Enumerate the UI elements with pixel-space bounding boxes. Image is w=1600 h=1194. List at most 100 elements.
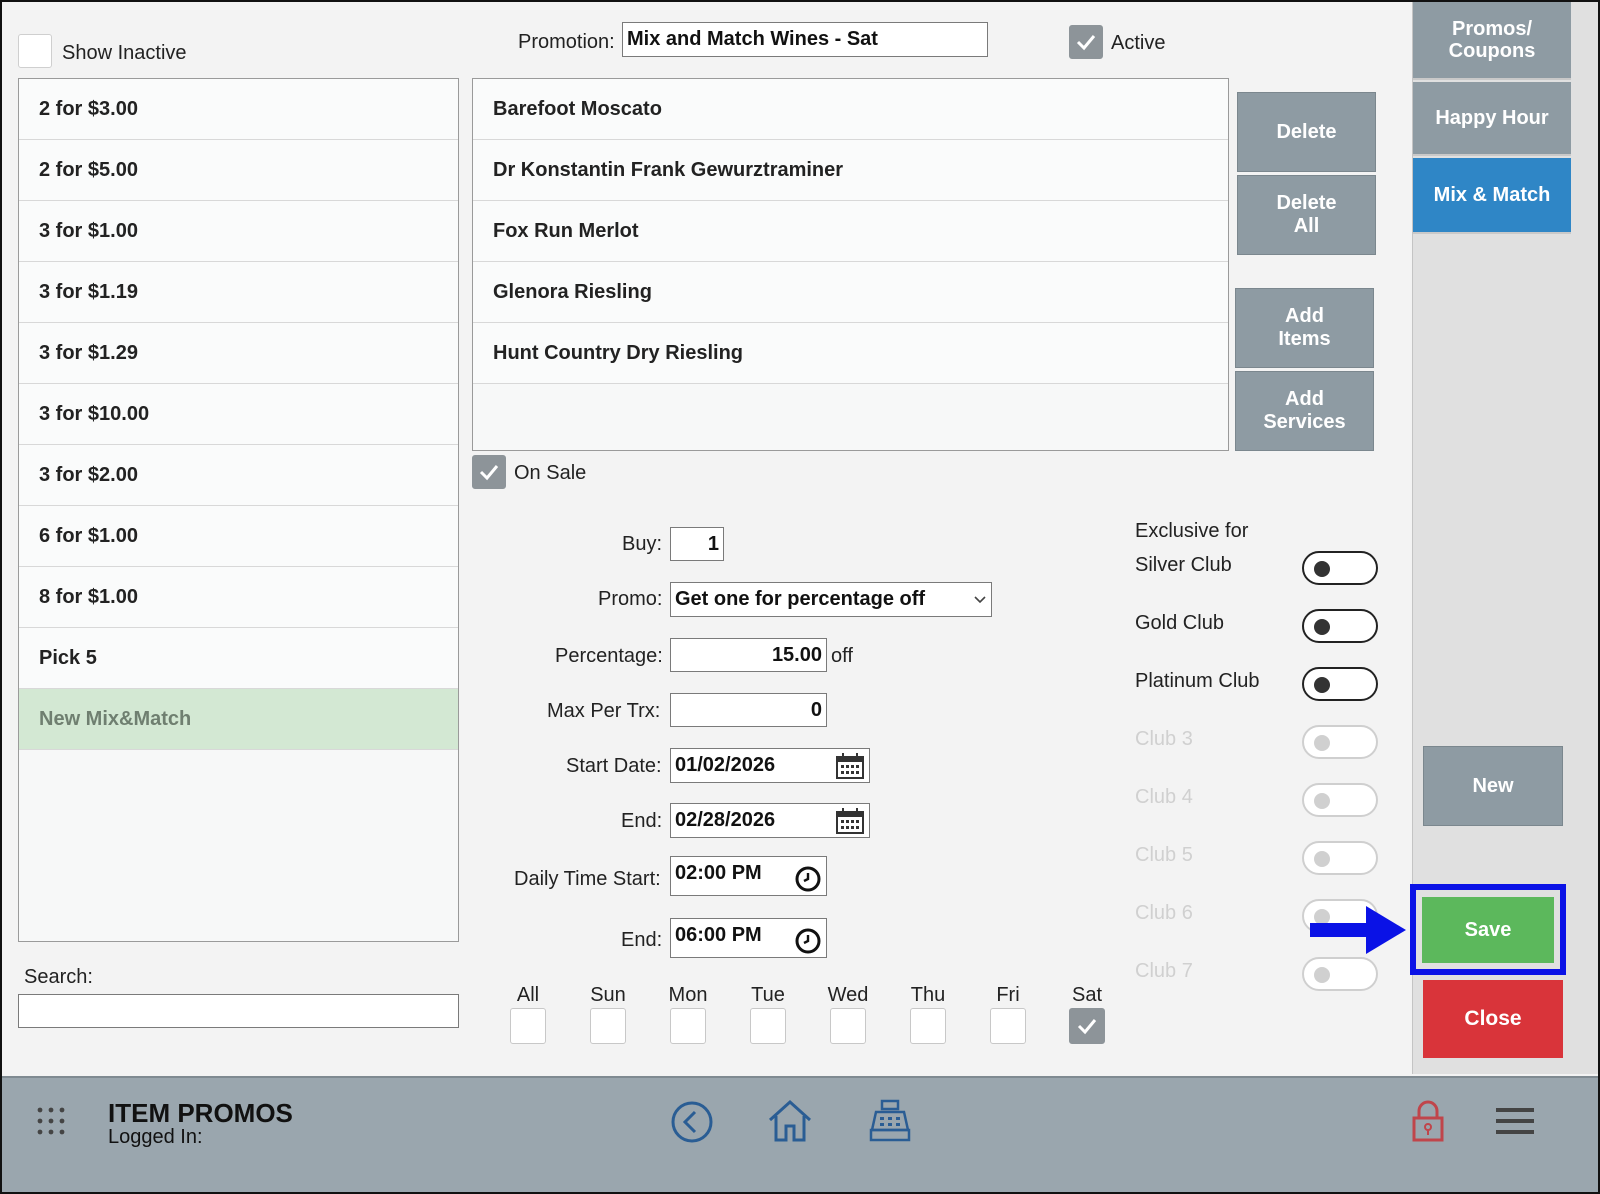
- club-label: Silver Club: [1135, 554, 1232, 576]
- promo-list-item[interactable]: New Mix&Match: [19, 689, 458, 750]
- toggle-knob: [1314, 851, 1330, 867]
- lock-icon[interactable]: [1410, 1100, 1446, 1144]
- promo-list-item[interactable]: 3 for $1.19: [19, 262, 458, 323]
- day-checkbox-all[interactable]: [510, 1008, 546, 1044]
- promo-list-item[interactable]: 6 for $1.00: [19, 506, 458, 567]
- daily-time-end-label: End:: [621, 929, 663, 951]
- promo-list-item[interactable]: 3 for $2.00: [19, 445, 458, 506]
- menu-icon[interactable]: [1496, 1106, 1534, 1136]
- clock-icon[interactable]: [794, 927, 822, 955]
- promo-item-row[interactable]: Dr Konstantin Frank Gewurztraminer: [473, 140, 1228, 201]
- add-items-button[interactable]: Add Items: [1235, 288, 1374, 368]
- toggle-knob: [1314, 619, 1330, 635]
- promo-list-item[interactable]: Pick 5: [19, 628, 458, 689]
- promo-list-item[interactable]: 8 for $1.00: [19, 567, 458, 628]
- daily-time-start-value: 02:00 PM: [675, 862, 762, 884]
- daily-time-start-input[interactable]: 02:00 PM: [670, 856, 827, 896]
- club-toggle[interactable]: [1302, 551, 1378, 585]
- page-title: ITEM PROMOS: [108, 1098, 293, 1128]
- promo-list-item[interactable]: 2 for $5.00: [19, 140, 458, 201]
- tab-mix-match[interactable]: Mix & Match: [1413, 158, 1571, 234]
- show-inactive-label: Show Inactive: [62, 42, 187, 64]
- club-label: Club 3: [1135, 728, 1193, 750]
- apps-grid-icon[interactable]: [36, 1106, 66, 1136]
- day-checkbox-mon[interactable]: [670, 1008, 706, 1044]
- club-toggle[interactable]: [1302, 783, 1378, 817]
- day-checkbox-sun[interactable]: [590, 1008, 626, 1044]
- delete-button[interactable]: Delete: [1237, 92, 1376, 172]
- max-per-trx-input[interactable]: 0: [670, 693, 827, 727]
- club-toggle[interactable]: [1302, 725, 1378, 759]
- day-checkbox-wed[interactable]: [830, 1008, 866, 1044]
- calendar-icon[interactable]: [835, 752, 865, 780]
- promo-list-item[interactable]: 3 for $1.00: [19, 201, 458, 262]
- exclusive-for-label: Exclusive for: [1135, 520, 1249, 542]
- club-toggle[interactable]: [1302, 957, 1378, 991]
- daily-time-end-input[interactable]: 06:00 PM: [670, 918, 827, 958]
- new-button[interactable]: New: [1423, 746, 1563, 826]
- buy-input[interactable]: 1: [670, 527, 724, 561]
- tab-promos-coupons[interactable]: Promos/ Coupons: [1413, 2, 1571, 80]
- club-toggle[interactable]: [1302, 609, 1378, 643]
- check-icon: [479, 465, 499, 481]
- home-icon[interactable]: [766, 1098, 814, 1144]
- check-icon: [1076, 35, 1096, 51]
- promo-type-select[interactable]: Get one for percentage off: [670, 582, 992, 617]
- toggle-knob: [1314, 967, 1330, 983]
- max-per-trx-label: Max Per Trx:: [547, 700, 661, 722]
- day-checkbox-fri[interactable]: [990, 1008, 1026, 1044]
- back-icon[interactable]: [670, 1100, 714, 1144]
- club-label: Platinum Club: [1135, 670, 1260, 692]
- promo-item-row[interactable]: Fox Run Merlot: [473, 201, 1228, 262]
- toggle-knob: [1314, 561, 1330, 577]
- bottom-bar: ITEM PROMOS Logged In:: [2, 1076, 1598, 1192]
- day-checkbox-thu[interactable]: [910, 1008, 946, 1044]
- start-date-input[interactable]: 01/02/2026: [670, 748, 870, 783]
- toggle-knob: [1314, 735, 1330, 751]
- arrow-right-icon: [1310, 906, 1406, 954]
- logged-in-label: Logged In:: [108, 1126, 203, 1148]
- end-date-label: End:: [621, 810, 663, 832]
- day-label-thu: Thu: [910, 984, 946, 1006]
- search-label: Search:: [24, 966, 93, 988]
- club-toggle[interactable]: [1302, 667, 1378, 701]
- end-date-input[interactable]: 02/28/2026: [670, 803, 870, 838]
- save-button[interactable]: Save: [1422, 897, 1554, 963]
- day-checkbox-sat[interactable]: [1069, 1008, 1105, 1044]
- promo-item-row[interactable]: Glenora Riesling: [473, 262, 1228, 323]
- close-button[interactable]: Close: [1423, 980, 1563, 1058]
- start-date-value: 01/02/2026: [675, 754, 776, 776]
- promo-type-label: Promo:: [598, 588, 663, 610]
- promotion-name-input[interactable]: Mix and Match Wines - Sat: [622, 22, 988, 57]
- on-sale-checkbox[interactable]: [472, 455, 506, 489]
- on-sale-label: On Sale: [514, 462, 587, 484]
- end-date-value: 02/28/2026: [675, 809, 776, 831]
- cash-register-icon[interactable]: [868, 1098, 912, 1144]
- active-label: Active: [1111, 32, 1166, 54]
- check-icon: [1077, 1019, 1097, 1035]
- delete-all-button[interactable]: Delete All: [1237, 175, 1376, 255]
- toggle-knob: [1314, 793, 1330, 809]
- tab-happy-hour[interactable]: Happy Hour: [1413, 82, 1571, 156]
- club-toggle[interactable]: [1302, 841, 1378, 875]
- active-checkbox[interactable]: [1069, 25, 1103, 59]
- calendar-icon[interactable]: [835, 807, 865, 835]
- daily-time-start-label: Daily Time Start:: [514, 868, 661, 890]
- promo-list[interactable]: 2 for $3.00 2 for $5.00 3 for $1.00 3 for $…: [18, 78, 459, 942]
- show-inactive-checkbox[interactable]: [18, 34, 52, 68]
- promo-list-item[interactable]: 3 for $1.29: [19, 323, 458, 384]
- add-services-button[interactable]: Add Services: [1235, 371, 1374, 451]
- promo-list-item[interactable]: 2 for $3.00: [19, 79, 458, 140]
- day-label-all: All: [516, 984, 540, 1006]
- percentage-input[interactable]: 15.00: [670, 638, 827, 672]
- search-input[interactable]: [18, 994, 459, 1028]
- promo-list-item[interactable]: 3 for $10.00: [19, 384, 458, 445]
- promo-items-list[interactable]: Barefoot Moscato Dr Konstantin Frank Gewu…: [472, 78, 1229, 451]
- promo-item-row[interactable]: Hunt Country Dry Riesling: [473, 323, 1228, 384]
- day-label-mon: Mon: [668, 984, 708, 1006]
- club-label: Club 6: [1135, 902, 1193, 924]
- day-checkbox-tue[interactable]: [750, 1008, 786, 1044]
- app-window: Show Inactive 2 for $3.00 2 for $5.00 3 fo…: [0, 0, 1600, 1194]
- clock-icon[interactable]: [794, 865, 822, 893]
- promo-item-row[interactable]: Barefoot Moscato: [473, 79, 1228, 140]
